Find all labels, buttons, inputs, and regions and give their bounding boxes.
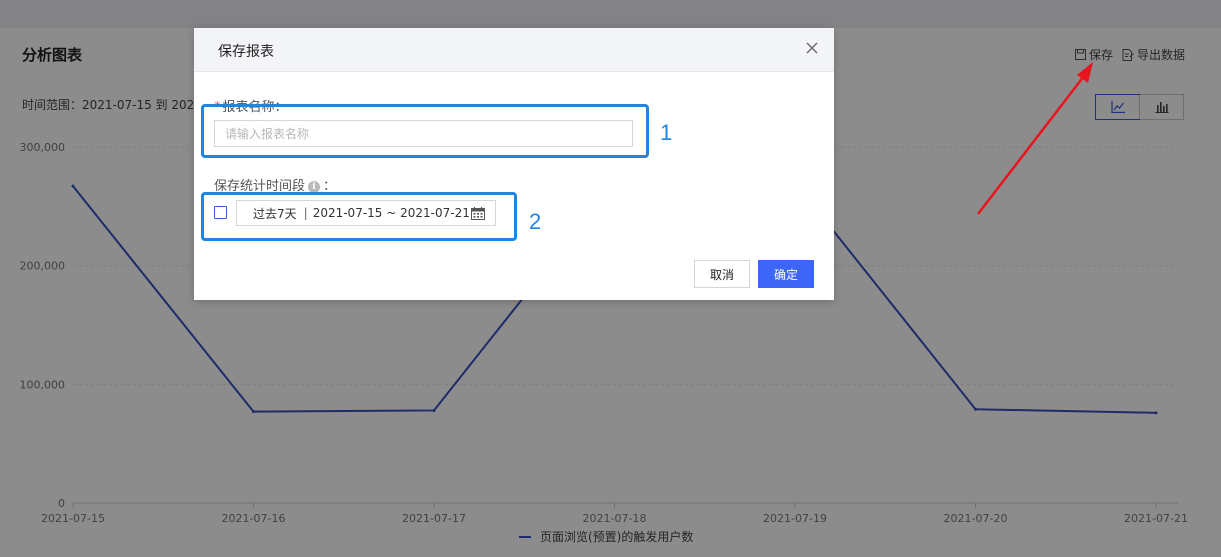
annotation-label-2: 2: [529, 209, 542, 234]
close-icon[interactable]: [804, 40, 820, 56]
annotation-label-1: 1: [660, 120, 673, 145]
confirm-button[interactable]: 确定: [758, 260, 814, 288]
dialog-header: 保存报表: [194, 28, 834, 72]
save-report-dialog: 保存报表 *报表名称： 保存统计时间段i： 过去7天 | 2021-07-15 …: [194, 28, 834, 300]
annotation-box-2: [201, 192, 517, 241]
info-icon[interactable]: i: [308, 180, 321, 193]
dialog-title: 保存报表: [218, 44, 274, 60]
annotation-box-1: [201, 104, 649, 158]
cancel-button[interactable]: 取消: [694, 260, 750, 288]
